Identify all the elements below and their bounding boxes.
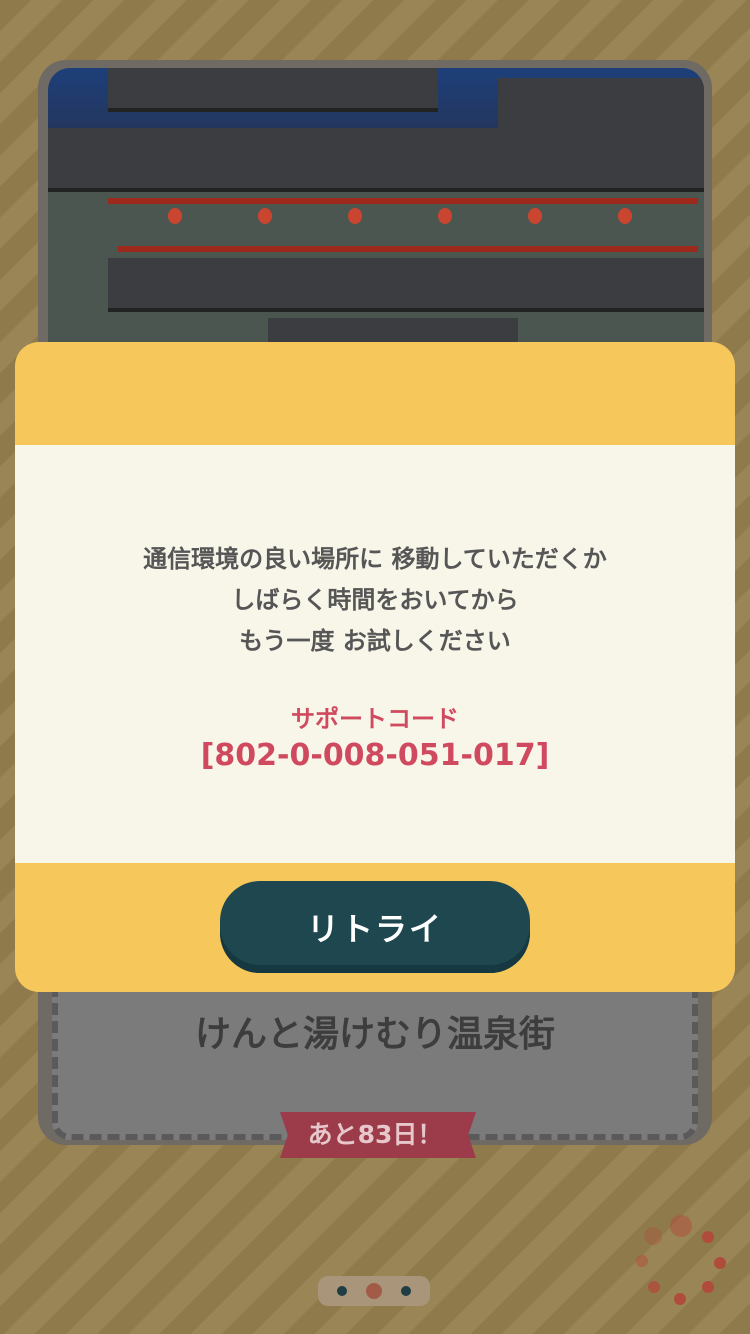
dialog-body: 通信環境の良い場所に 移動していただくか しばらく時間をおいてから もう一度 お… xyxy=(15,445,735,863)
support-code-label: サポートコード xyxy=(291,705,459,733)
support-code: [802-0-008-051-017] xyxy=(200,738,550,773)
page-indicator[interactable] xyxy=(318,1276,430,1306)
retry-button[interactable]: リトライ xyxy=(220,881,530,973)
loading-spinner-icon xyxy=(630,1215,730,1315)
network-error-dialog: 通信環境の良い場所に 移動していただくか しばらく時間をおいてから もう一度 お… xyxy=(15,342,735,992)
event-title: けんと湯けむり温泉街 xyxy=(194,1014,555,1055)
page-dot[interactable] xyxy=(337,1286,348,1296)
days-left-badge: あと83日！ xyxy=(280,1112,476,1158)
error-message-line: しばらく時間をおいてから xyxy=(231,586,519,614)
error-message: 通信環境の良い場所に 移動していただくか しばらく時間をおいてから もう一度 お… xyxy=(15,539,735,662)
page-dot-active[interactable] xyxy=(365,1283,382,1299)
error-message-line: 通信環境の良い場所に 移動していただくか xyxy=(143,545,607,573)
page-dot[interactable] xyxy=(400,1286,411,1296)
event-banner-image xyxy=(48,68,704,388)
error-message-line: もう一度 お試しください xyxy=(239,627,511,655)
